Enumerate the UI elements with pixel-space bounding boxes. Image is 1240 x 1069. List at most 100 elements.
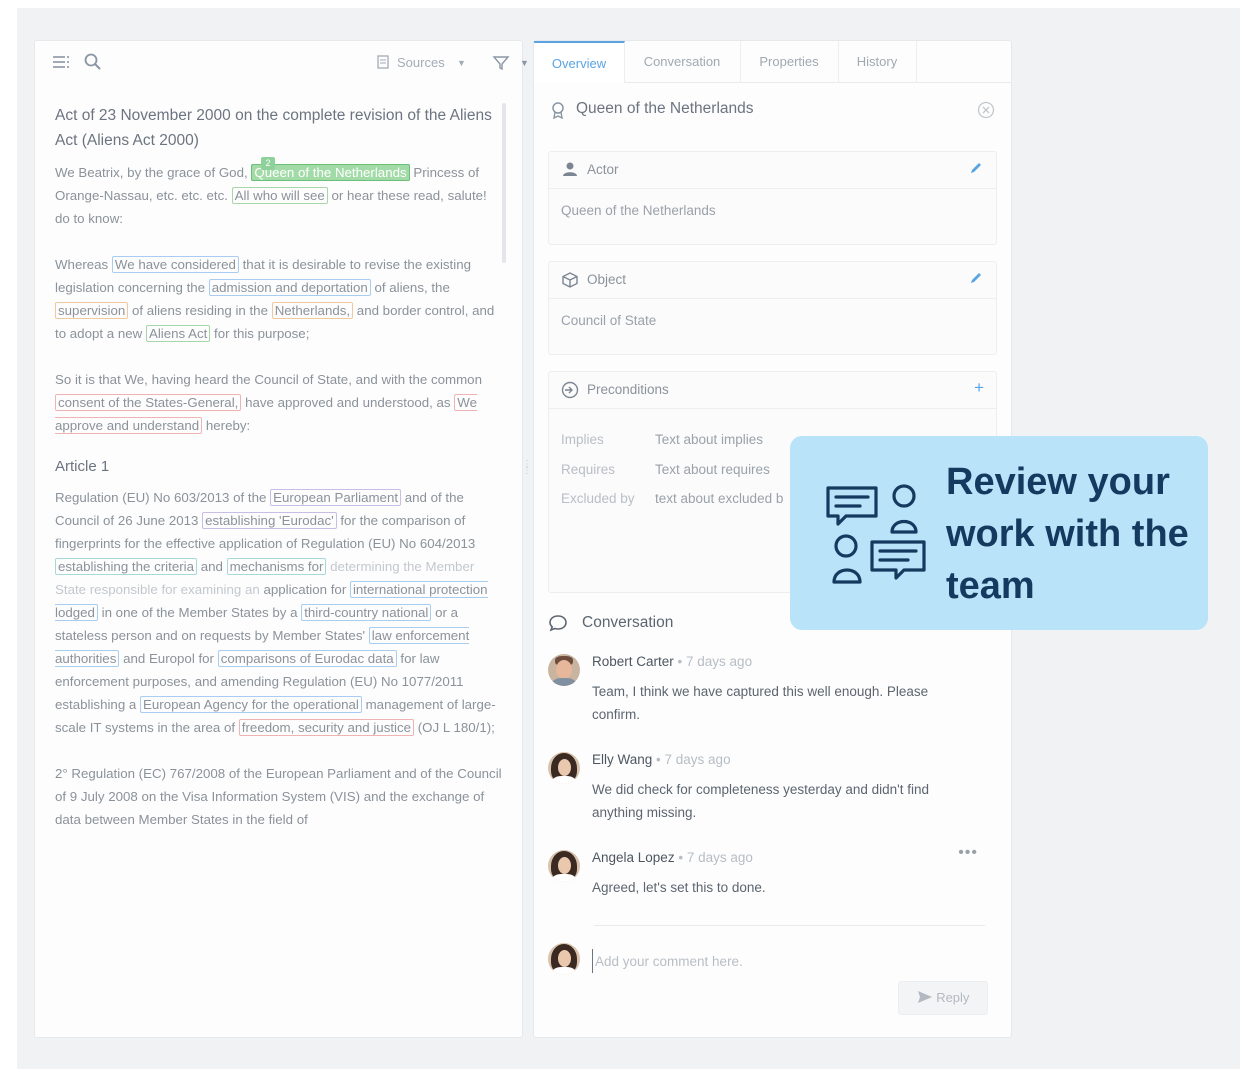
- highlight-annotation[interactable]: establishing 'Eurodac': [202, 512, 337, 529]
- list-icon[interactable]: [51, 52, 71, 72]
- text: (OJ L 180/1);: [417, 720, 495, 735]
- scrollbar[interactable]: [502, 103, 506, 263]
- precondition-value: Text about implies: [655, 432, 764, 447]
- text: hereby:: [205, 418, 251, 433]
- paragraph: Whereas We have considered that it is de…: [55, 253, 505, 345]
- highlight-annotation[interactable]: establishing the criteria: [55, 558, 197, 575]
- paragraph: We Beatrix, by the grace of God, Queen o…: [55, 161, 505, 230]
- comment-time: • 7 days ago: [677, 654, 753, 669]
- document-text: Act of 23 November 2000 on the complete …: [55, 103, 505, 854]
- tab-history[interactable]: History: [838, 41, 917, 82]
- author-name[interactable]: Angela Lopez: [592, 850, 675, 865]
- reply-button[interactable]: Reply: [898, 981, 988, 1015]
- sources-label: Sources: [397, 55, 445, 70]
- detail-title-row: Queen of the Netherlands: [534, 95, 1011, 125]
- document-toolbar: Sources ▼ ▼: [35, 41, 529, 83]
- sources-dropdown[interactable]: Sources ▼: [369, 51, 473, 75]
- chevron-down-icon: ▼: [520, 58, 529, 68]
- tab-conversation[interactable]: Conversation: [624, 41, 741, 82]
- avatar: [548, 654, 580, 686]
- plus-icon[interactable]: +: [974, 378, 984, 398]
- highlight-annotation[interactable]: We have considered: [111, 256, 239, 273]
- object-value: Council of State: [561, 313, 657, 328]
- precondition-key: Excluded by: [561, 491, 635, 506]
- comment-text: We did check for completeness yesterday …: [592, 782, 930, 820]
- avatar: [548, 943, 580, 975]
- text: We Beatrix, by the grace of God,: [55, 165, 248, 180]
- comment-author: Elly Wang • 7 days ago: [592, 752, 731, 767]
- highlight-annotation[interactable]: European Parliament: [270, 489, 402, 506]
- comment-text: Agreed, let's set this to done.: [592, 880, 766, 895]
- paragraph: 2° Regulation (EC) 767/2008 of the Europ…: [55, 766, 502, 827]
- highlight-annotation[interactable]: mechanisms for: [226, 558, 327, 575]
- reply-label: Reply: [936, 990, 970, 1005]
- panel-resize-handle[interactable]: ⋮ ⋮: [522, 460, 532, 486]
- filter-dropdown[interactable]: ▼: [486, 51, 540, 75]
- text: Regulation (EU) No 603/2013 of the: [55, 490, 267, 505]
- login-circle-icon: [561, 381, 579, 403]
- preconditions-label: Preconditions: [587, 382, 669, 397]
- author-name[interactable]: Elly Wang: [592, 752, 652, 767]
- detail-title: Queen of the Netherlands: [576, 100, 754, 117]
- object-label: Object: [587, 272, 627, 287]
- close-circle-icon[interactable]: [977, 101, 995, 123]
- highlight-annotation[interactable]: European Agency for the operational: [140, 696, 362, 713]
- search-icon[interactable]: [83, 52, 103, 72]
- author-name[interactable]: Robert Carter: [592, 654, 674, 669]
- document-title: Act of 23 November 2000 on the complete …: [55, 107, 492, 149]
- actor-card: Actor Queen of the Netherlands: [548, 151, 997, 245]
- divider: [594, 925, 985, 926]
- text: and: [200, 559, 223, 574]
- text: of aliens residing in the: [131, 303, 268, 318]
- text: application for: [263, 582, 347, 597]
- more-options-icon[interactable]: •••: [958, 844, 978, 862]
- annotation-badge: 2: [261, 157, 275, 170]
- conversation-title: Conversation: [582, 614, 674, 631]
- person-icon: [561, 161, 579, 181]
- highlight-annotation[interactable]: Aliens Act: [145, 325, 211, 342]
- highlight-annotation[interactable]: comparisons of Eurodac data: [217, 650, 397, 667]
- cube-icon: [561, 271, 579, 293]
- feature-callout: Review your work with the team: [790, 436, 1208, 630]
- comment-time: • 7 days ago: [678, 850, 753, 865]
- document-panel: Sources ▼ ▼ Act of 23 November 2000 on t…: [34, 40, 529, 1038]
- tab-overview[interactable]: Overview: [534, 41, 625, 83]
- tab-bar: Overview Conversation Properties History: [534, 41, 1011, 83]
- comment-time: • 7 days ago: [656, 752, 731, 767]
- text: So it is that We, having heard the Counc…: [55, 372, 482, 387]
- text: in one of the Member States by a: [101, 605, 298, 620]
- actor-label: Actor: [587, 162, 619, 177]
- chevron-down-icon: ▼: [457, 58, 466, 68]
- actor-value: Queen of the Netherlands: [561, 203, 716, 218]
- highlight-annotation[interactable]: Netherlands,: [271, 302, 354, 319]
- highlight-annotation[interactable]: supervision: [55, 302, 129, 319]
- highlight-annotation[interactable]: admission and deportation: [208, 279, 371, 296]
- comment-input[interactable]: [592, 949, 977, 973]
- highlight-annotation[interactable]: Queen of the Netherlands: [251, 164, 410, 181]
- highlight-annotation[interactable]: third-country national: [301, 604, 432, 621]
- comment-text: Team, I think we have captured this well…: [592, 684, 929, 722]
- send-icon: [917, 990, 937, 1005]
- award-icon: [550, 101, 566, 123]
- precondition-value: text about excluded b: [655, 491, 784, 506]
- filter-icon: [492, 54, 510, 80]
- comment-author: Angela Lopez • 7 days ago: [592, 850, 753, 865]
- text: Whereas: [55, 257, 109, 272]
- comment-composer: [548, 943, 988, 977]
- chat-bubble-icon: [548, 613, 568, 638]
- text: of aliens, the: [374, 280, 450, 295]
- tab-properties[interactable]: Properties: [740, 41, 839, 82]
- article-heading: Article 1: [55, 458, 110, 475]
- pencil-icon[interactable]: [968, 160, 984, 180]
- precondition-key: Requires: [561, 462, 616, 477]
- text: have approved and understood, as: [245, 395, 451, 410]
- highlight-annotation[interactable]: All who will see: [231, 187, 328, 204]
- highlight-annotation[interactable]: consent of the States-General,: [55, 394, 242, 411]
- text: and Europol for: [123, 651, 214, 666]
- highlight-annotation[interactable]: freedom, security and justice: [238, 719, 415, 736]
- precondition-key: Implies: [561, 432, 604, 447]
- precondition-value: Text about requires: [655, 462, 770, 477]
- pencil-icon[interactable]: [968, 270, 984, 290]
- callout-headline: Review your work with the team: [946, 461, 1189, 607]
- team-chat-icon: [824, 482, 928, 586]
